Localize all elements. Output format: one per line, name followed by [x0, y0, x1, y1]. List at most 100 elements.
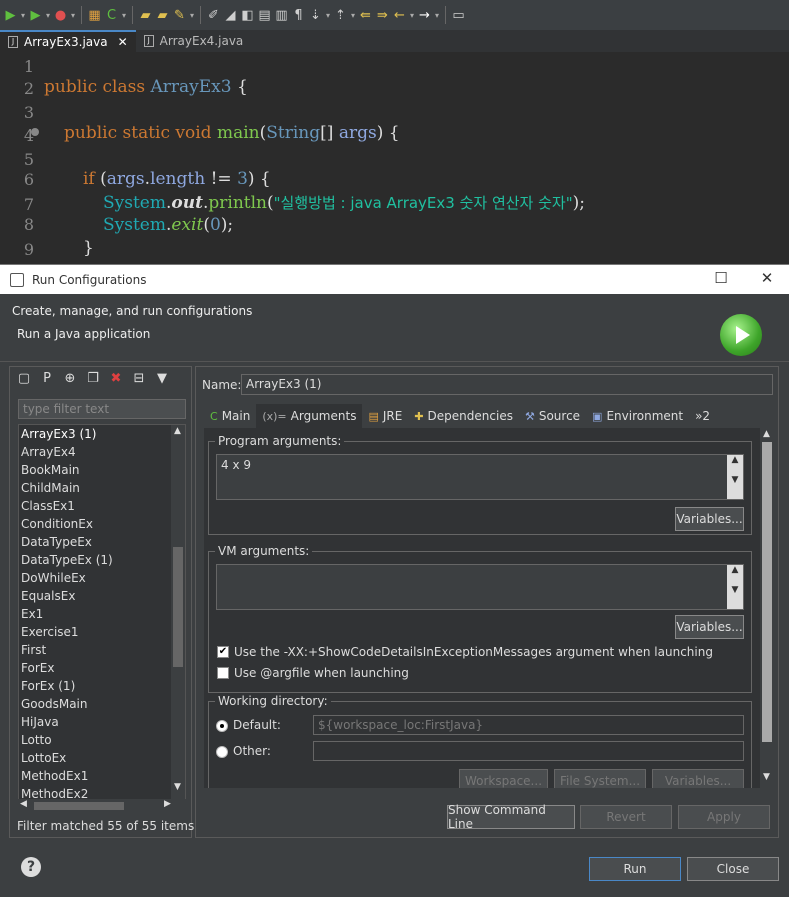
list-item[interactable]: LottoEx	[19, 749, 185, 767]
run-dropdown-icon[interactable]: ▾	[44, 11, 52, 20]
list-item[interactable]: ConditionEx	[19, 515, 185, 533]
brush-icon[interactable]: ✎	[171, 5, 188, 25]
filter-icon[interactable]: ▼	[152, 371, 172, 389]
new-java-class-icon[interactable]: C	[103, 5, 120, 25]
list-item[interactable]: DoWhileEx	[19, 569, 185, 587]
list-item[interactable]: ForEx (1)	[19, 677, 185, 695]
list-item[interactable]: ForEx	[19, 659, 185, 677]
list-item[interactable]: ArrayEx3 (1)	[19, 425, 185, 443]
hscroll-thumb[interactable]	[34, 802, 124, 810]
help-icon[interactable]: ?	[21, 857, 41, 877]
apply-button[interactable]: Apply	[678, 805, 770, 829]
maximize-icon[interactable]: ☐	[706, 269, 736, 289]
revert-button[interactable]: Revert	[580, 805, 672, 829]
tab-dependencies[interactable]: ✚ Dependencies	[408, 404, 519, 428]
list-item[interactable]: BookMain	[19, 461, 185, 479]
name-field[interactable]: ArrayEx3 (1)	[241, 374, 773, 395]
file-system-button[interactable]: File System...	[554, 769, 646, 788]
list-item[interactable]: Ex1	[19, 605, 185, 623]
config-list[interactable]: ArrayEx3 (1) ArrayEx4 BookMain ChildMain Cla…	[18, 424, 186, 809]
fold-icon[interactable]	[31, 128, 39, 136]
scrollbar-thumb[interactable]	[762, 442, 772, 742]
chevron-left-icon[interactable]: ◀	[20, 799, 27, 809]
other-radio[interactable]	[216, 746, 228, 758]
tab-source[interactable]: ⚒ Source	[519, 404, 586, 428]
config-list-scrollbar[interactable]: ▲ ▼	[171, 425, 185, 808]
external-tools-dropdown-icon[interactable]: ▾	[69, 11, 77, 20]
tab-jre[interactable]: ▤ JRE	[362, 404, 408, 428]
default-radio[interactable]	[216, 720, 228, 732]
filter-input[interactable]: type filter text	[18, 399, 186, 419]
show-whitespace-icon[interactable]: ▥	[273, 5, 290, 25]
config-list-hscrollbar[interactable]: ◀ ▶	[18, 799, 186, 813]
vm-arguments-input[interactable]: ▲ ▼	[216, 564, 744, 610]
debug-dropdown-icon[interactable]: ▾	[19, 11, 27, 20]
duplicate-config-icon[interactable]: ❐	[83, 371, 103, 389]
open-type-icon[interactable]: ▰	[137, 5, 154, 25]
new-config-icon[interactable]: ▢	[14, 371, 34, 389]
textarea-scrollbar[interactable]: ▲ ▼	[727, 565, 743, 609]
tab-body-scrollbar[interactable]: ▲ ▼	[760, 428, 774, 788]
delete-config-icon[interactable]: ✖	[106, 371, 126, 389]
close-icon[interactable]: ✕	[752, 269, 782, 289]
chevron-up-icon[interactable]: ▲	[174, 426, 181, 436]
new-prototype-icon[interactable]: P	[37, 371, 57, 389]
tab-arguments[interactable]: (x)= Arguments	[256, 404, 363, 428]
forward-dropdown-icon[interactable]: ▾	[433, 11, 441, 20]
back-icon[interactable]: ←	[391, 5, 408, 25]
show-command-line-button[interactable]: Show Command Line	[447, 803, 575, 831]
last-edit-icon[interactable]: ⇚	[357, 5, 374, 25]
tab--2[interactable]: »2	[689, 404, 716, 428]
list-item[interactable]: DataTypeEx (1)	[19, 551, 185, 569]
tab-environment[interactable]: ▣ Environment	[586, 404, 689, 428]
list-item[interactable]: MethodEx1	[19, 767, 185, 785]
open-folder-icon[interactable]: ▰	[154, 5, 171, 25]
pilcrow-icon[interactable]: ¶	[290, 5, 307, 25]
block-select-icon[interactable]: ◧	[239, 5, 256, 25]
list-item[interactable]: ChildMain	[19, 479, 185, 497]
argfile-checkbox[interactable]	[217, 667, 229, 679]
chevron-down-icon[interactable]: ▼	[174, 782, 181, 792]
debug-icon[interactable]: ▶	[2, 5, 19, 25]
perspective-icon[interactable]: ▭	[450, 5, 467, 25]
list-item[interactable]: GoodsMain	[19, 695, 185, 713]
list-item[interactable]: Exercise1	[19, 623, 185, 641]
other-dir-field[interactable]	[313, 741, 744, 761]
chevron-down-icon[interactable]: ▼	[763, 772, 770, 782]
run-icon[interactable]: ▶	[27, 5, 44, 25]
prev-annotation-icon[interactable]: ⇡	[332, 5, 349, 25]
back-dropdown-icon[interactable]: ▾	[408, 11, 416, 20]
brush-dropdown-icon[interactable]: ▾	[188, 11, 196, 20]
list-item[interactable]: Lotto	[19, 731, 185, 749]
code-editor[interactable]: 1 2 3 4 5 6 7 8 9 public class ArrayEx3 …	[0, 52, 789, 264]
textarea-scrollbar[interactable]: ▲ ▼	[727, 455, 743, 499]
external-tools-icon[interactable]: ●	[52, 5, 69, 25]
word-wrap-icon[interactable]: ▤	[256, 5, 273, 25]
list-item[interactable]: ClassEx1	[19, 497, 185, 515]
next-annotation-dropdown-icon[interactable]: ▾	[324, 11, 332, 20]
mark-occurrences-icon[interactable]: ◢	[222, 5, 239, 25]
list-item[interactable]: HiJava	[19, 713, 185, 731]
close-icon[interactable]: ✕	[118, 35, 128, 49]
forward-icon[interactable]: →	[416, 5, 433, 25]
list-item[interactable]: EqualsEx	[19, 587, 185, 605]
toggle-mark-icon[interactable]: ✐	[205, 5, 222, 25]
program-arguments-input[interactable]: 4 x 9 ▲ ▼	[216, 454, 744, 500]
tab-main[interactable]: C Main	[204, 404, 256, 428]
program-variables-button[interactable]: Variables...	[675, 507, 744, 531]
list-item[interactable]: DataTypeEx	[19, 533, 185, 551]
dir-variables-button[interactable]: Variables...	[652, 769, 744, 788]
scrollbar-thumb[interactable]	[173, 547, 183, 667]
workspace-button[interactable]: Workspace...	[459, 769, 548, 788]
new-class-dropdown-icon[interactable]: ▾	[120, 11, 128, 20]
list-item[interactable]: ArrayEx4	[19, 443, 185, 461]
next-annotation-icon[interactable]: ⇣	[307, 5, 324, 25]
new-java-package-icon[interactable]: ▦	[86, 5, 103, 25]
chevron-up-icon[interactable]: ▲	[763, 429, 770, 439]
collapse-all-icon[interactable]: ⊟	[129, 371, 149, 389]
tab-arrayex4[interactable]: J ArrayEx4.java	[136, 30, 252, 52]
prev-annotation-dropdown-icon[interactable]: ▾	[349, 11, 357, 20]
export-config-icon[interactable]: ⊕	[60, 371, 80, 389]
tab-arrayex3[interactable]: J ArrayEx3.java ✕	[0, 30, 136, 52]
forward-edit-icon[interactable]: ⇛	[374, 5, 391, 25]
